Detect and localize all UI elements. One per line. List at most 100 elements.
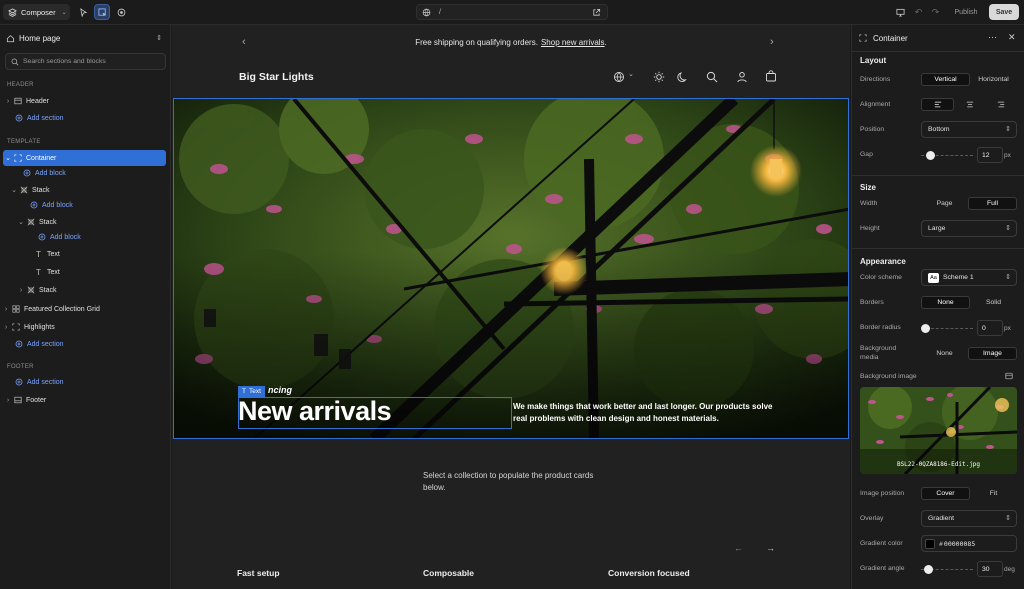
chevron-right-icon[interactable]: ›: [2, 306, 10, 313]
color-swatch[interactable]: [925, 538, 935, 549]
stack-icon: [25, 218, 36, 226]
chevron-right-icon[interactable]: ›: [4, 98, 12, 105]
brand-logo[interactable]: Big Star Lights: [239, 71, 314, 83]
gap-slider[interactable]: [921, 151, 973, 160]
direction-horizontal[interactable]: Horizontal: [970, 73, 1017, 86]
chevron-down-icon[interactable]: ⌄: [628, 70, 634, 78]
add-block-stack[interactable]: Add block: [0, 197, 73, 213]
bg-image-thumbnail[interactable]: BSL22-0QZA8186-Edit.jpg: [860, 387, 1017, 474]
device-preview-button[interactable]: [893, 4, 907, 20]
inspect-tool-button[interactable]: [94, 4, 110, 20]
overlay-select[interactable]: Gradient ⇕: [921, 510, 1017, 527]
prev-arrow-icon[interactable]: ‹: [242, 36, 246, 48]
align-center-button[interactable]: [954, 98, 985, 111]
next-arrow-icon[interactable]: ›: [770, 36, 774, 48]
image-cover[interactable]: Cover: [921, 487, 970, 500]
carousel-prev-icon[interactable]: ←: [734, 543, 743, 553]
publish-button[interactable]: Publish: [949, 4, 983, 20]
tree-item-highlights[interactable]: › Highlights: [0, 319, 55, 335]
page-selector[interactable]: Home page ⇕: [0, 29, 170, 47]
width-full[interactable]: Full: [968, 197, 1017, 210]
tree-item-stack-collapsed[interactable]: › Stack: [0, 282, 57, 298]
url-bar[interactable]: /: [416, 4, 608, 20]
position-select[interactable]: Bottom ⇕: [921, 121, 1017, 138]
image-fit[interactable]: Fit: [970, 487, 1017, 500]
chevron-right-icon[interactable]: ›: [4, 397, 12, 404]
divider: [852, 51, 1024, 52]
bg-media-none[interactable]: None: [921, 347, 968, 360]
add-block-nested[interactable]: Add block: [0, 229, 81, 245]
width-page[interactable]: Page: [921, 197, 968, 210]
borders-toggle: None Solid: [921, 295, 1017, 310]
angle-slider[interactable]: [921, 565, 973, 574]
tree-item-text-2[interactable]: T Text: [0, 264, 60, 280]
hero-title[interactable]: New arrivals: [238, 396, 392, 427]
gap-unit: px: [1004, 152, 1011, 159]
align-right-button[interactable]: [986, 98, 1017, 111]
position-value: Bottom: [928, 126, 950, 133]
tree-item-container[interactable]: ⌄ Container: [3, 150, 166, 166]
select-tool-button[interactable]: [76, 4, 90, 20]
more-icon[interactable]: ⋯: [988, 32, 997, 43]
announcement-link[interactable]: Shop new arrivals: [541, 38, 605, 47]
search-icon[interactable]: [706, 71, 718, 83]
undo-button[interactable]: ↶: [912, 4, 925, 20]
add-section-header[interactable]: Add section: [0, 110, 64, 126]
announcement-text: Free shipping on qualifying orders.: [415, 37, 538, 47]
bg-media-image[interactable]: Image: [968, 347, 1017, 360]
bg-media-toggle: None Image: [921, 346, 1017, 361]
angle-input[interactable]: 30: [977, 561, 1003, 577]
plus-circle-icon: [36, 233, 47, 241]
app-switcher[interactable]: Composer ⌄: [3, 4, 70, 20]
add-block-container[interactable]: Add block: [0, 165, 66, 181]
borders-solid[interactable]: Solid: [970, 296, 1017, 309]
slider-handle[interactable]: [921, 324, 930, 333]
tree-item-footer[interactable]: › Footer: [0, 392, 46, 408]
gradient-color-input[interactable]: # 00000085: [921, 535, 1017, 552]
slider-handle[interactable]: [924, 565, 933, 574]
open-external-icon[interactable]: [592, 8, 601, 17]
site-header: Big Star Lights ⌄: [172, 59, 850, 97]
stack-icon: [18, 186, 29, 194]
cart-icon[interactable]: [765, 70, 777, 82]
hero-container[interactable]: ncing T Text New arrivals We make things…: [173, 98, 849, 439]
save-button[interactable]: Save: [989, 4, 1019, 20]
moon-icon[interactable]: [677, 71, 689, 83]
plus-circle-icon: [13, 114, 24, 122]
sun-icon[interactable]: [653, 71, 665, 83]
align-left-button[interactable]: [921, 98, 955, 111]
tree-item-stack[interactable]: ⌄ Stack: [0, 182, 49, 198]
direction-vertical[interactable]: Vertical: [921, 73, 970, 86]
chevron-down-icon[interactable]: ⌄: [4, 154, 12, 162]
borders-none[interactable]: None: [921, 296, 970, 309]
search-input[interactable]: Search sections and blocks: [23, 58, 106, 65]
chevron-down-icon[interactable]: ⌄: [10, 186, 18, 194]
globe-icon[interactable]: [613, 71, 625, 83]
tree-item-header[interactable]: › Header: [0, 93, 49, 109]
add-section-footer[interactable]: Add section: [0, 374, 64, 390]
height-select[interactable]: Large ⇕: [921, 220, 1017, 237]
chevron-right-icon[interactable]: ›: [2, 324, 10, 331]
chevron-down-icon[interactable]: ⌄: [17, 218, 25, 226]
radius-slider[interactable]: [921, 324, 973, 333]
gap-input[interactable]: 12: [977, 147, 1003, 163]
account-icon[interactable]: [736, 71, 748, 83]
redo-button[interactable]: ↷: [929, 4, 942, 20]
preview-target-button[interactable]: [114, 4, 128, 20]
media-library-icon[interactable]: [1005, 372, 1013, 380]
carousel-next-icon[interactable]: →: [766, 543, 775, 553]
radius-input[interactable]: 0: [977, 320, 1003, 336]
chevron-right-icon[interactable]: ›: [17, 287, 25, 294]
close-icon[interactable]: ✕: [1008, 32, 1016, 43]
color-scheme-select[interactable]: Aa Scheme 1 ⇕: [921, 269, 1017, 286]
search-field[interactable]: Search sections and blocks: [5, 53, 166, 70]
tree-item-featured[interactable]: › Featured Collection Grid: [0, 301, 100, 317]
tree-item-text-1[interactable]: T Text: [0, 246, 60, 262]
scheme-value: Scheme 1: [943, 274, 974, 281]
hero-description[interactable]: We make things that work better and last…: [513, 401, 785, 425]
tree-label: Text: [47, 268, 60, 276]
grid-icon: [10, 305, 21, 313]
slider-handle[interactable]: [926, 151, 935, 160]
tree-item-stack-nested[interactable]: ⌄ Stack: [0, 214, 56, 230]
add-section-template[interactable]: Add section: [0, 336, 64, 352]
